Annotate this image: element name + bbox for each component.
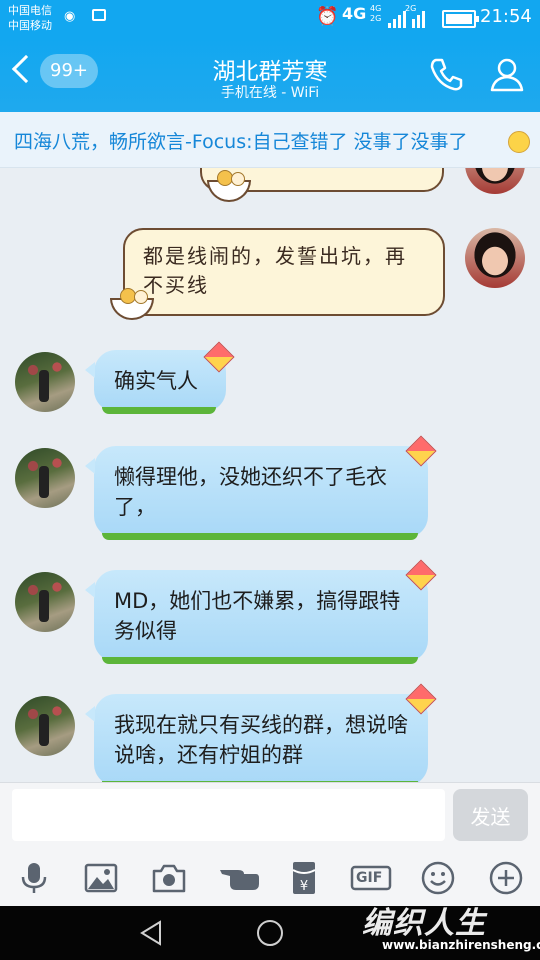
carrier-2: 中国移动: [8, 19, 52, 32]
message-bubble[interactable]: 都是线闹的，发誓出坑，再不买线: [123, 228, 445, 316]
avatar[interactable]: [15, 572, 75, 632]
hand-icon[interactable]: [218, 860, 260, 896]
send-button[interactable]: 发送: [453, 789, 528, 841]
red-packet-icon[interactable]: ¥: [286, 860, 322, 896]
avatar[interactable]: [465, 228, 525, 288]
wifi-call-icon: ◉: [64, 9, 76, 24]
message-text: 都是线闹的，发誓出坑，再不买线: [143, 244, 407, 297]
message-bubble[interactable]: 懒得理他，没她还织不了毛衣了，: [85, 446, 428, 540]
group-notice-bar[interactable]: 四海八荒，畅所欲言-Focus:自己查错了 没事了没事了: [0, 112, 540, 168]
message-input[interactable]: [12, 789, 445, 841]
svg-text:¥: ¥: [300, 879, 308, 894]
signal-icon: [386, 8, 426, 28]
avatar[interactable]: [15, 696, 75, 756]
plus-icon[interactable]: [488, 860, 524, 896]
notice-text: 四海八荒，畅所欲言-Focus:自己查错了 没事了没事了: [14, 131, 468, 153]
chat-header: 99+ 湖北群芳寒 手机在线 - WiFi: [0, 38, 540, 112]
message-text: MD，她们也不嫌累，搞得跟特务似得: [114, 589, 401, 643]
input-bar: 发送: [0, 782, 540, 850]
gif-label: GIF: [356, 870, 383, 886]
network-type: 4G: [342, 4, 367, 23]
alarm-icon: ⏰: [316, 6, 339, 27]
status-bar: 中国电信 中国移动 ◉ ⏰ 4G 4G 2G 2G 21:54: [0, 0, 540, 38]
message-text: 我现在就只有买线的群，想说啥说啥，还有柠姐的群: [114, 713, 408, 767]
image-icon[interactable]: [83, 860, 119, 896]
battery-icon: [442, 10, 479, 28]
watermark-logo-text: 编织人生: [362, 906, 486, 941]
group-profile-icon[interactable]: [487, 54, 527, 94]
message-text: 懒得理他，没她还织不了毛衣了，: [114, 465, 387, 519]
watermark-url: www.bianzhirensheng.com: [382, 938, 540, 952]
surprised-emoji-icon: [508, 131, 530, 153]
bowl-decoration-icon: [110, 288, 154, 320]
network-sub-2: 2G: [370, 14, 382, 23]
emoji-icon[interactable]: [420, 860, 456, 896]
avatar[interactable]: [15, 448, 75, 508]
bowl-decoration-icon: [207, 170, 251, 202]
network-subtypes: 4G 2G: [370, 4, 381, 24]
avatar[interactable]: [15, 352, 75, 412]
back-triangle-icon[interactable]: [136, 918, 166, 948]
message-text: 确实气人: [114, 369, 198, 393]
phone-icon[interactable]: [426, 54, 466, 94]
carrier-1: 中国电信: [8, 4, 52, 17]
message-bubble[interactable]: MD，她们也不嫌累，搞得跟特务似得: [85, 570, 428, 664]
gallery-notification-icon: [92, 9, 106, 21]
clock: 21:54: [480, 6, 532, 27]
chat-message-list[interactable]: 都是线闹的，发誓出坑，再不买线 确实气人 懒得理他，没她还织不了毛衣了， MD，…: [0, 168, 540, 782]
carrier-labels: 中国电信 中国移动: [8, 3, 52, 33]
microphone-icon[interactable]: [16, 860, 52, 896]
message-bubble[interactable]: 我现在就只有买线的群，想说啥说啥，还有柠姐的群: [85, 694, 428, 782]
avatar[interactable]: [465, 168, 525, 194]
network-sub-1: 4G: [370, 4, 382, 13]
home-circle-icon[interactable]: [255, 918, 285, 948]
camera-icon[interactable]: [151, 860, 187, 896]
